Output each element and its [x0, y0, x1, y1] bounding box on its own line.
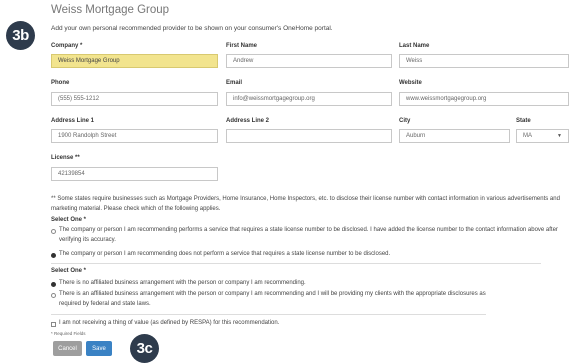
first-name-field[interactable]: Andrew [226, 54, 392, 68]
callout-badge-top: 3b [6, 21, 35, 50]
city-label: City [399, 118, 411, 124]
page-subtitle: Add your own personal recommended provid… [51, 25, 333, 32]
license-required-option: The company or person I am recommending … [59, 227, 558, 243]
license-field[interactable]: 42139854 [51, 167, 218, 181]
address-line-2-field[interactable] [226, 129, 392, 143]
no-affiliation-radio[interactable] [51, 282, 56, 287]
cancel-button[interactable]: Cancel [53, 341, 82, 356]
respa-checkbox[interactable] [51, 322, 56, 327]
address-line-2-label: Address Line 2 [226, 118, 270, 124]
last-name-field[interactable]: Weiss [399, 54, 569, 68]
chevron-down-icon: ▼ [557, 133, 562, 139]
phone-label: Phone [51, 80, 70, 86]
website-field[interactable]: www.weissmortgagegroup.org [399, 92, 569, 106]
required-fields-note: * Required Fields [51, 331, 86, 336]
license-note: ** Some states require businesses such a… [51, 196, 560, 212]
state-label: State [516, 118, 531, 124]
phone-field[interactable]: (555) 555-1212 [51, 92, 218, 106]
select-one-label-1: Select One * [51, 217, 87, 223]
company-field[interactable]: Weiss Mortgage Group [51, 54, 218, 68]
license-not-required-option: The company or person I am recommending … [59, 251, 391, 257]
affiliation-option: There is an affiliated business arrangem… [59, 291, 486, 307]
respa-checkbox-label: I am not receiving a thing of value (as … [59, 320, 280, 326]
last-name-label: Last Name [399, 43, 430, 49]
address-line-1-field[interactable]: 1900 Randolph Street [51, 129, 218, 143]
state-select[interactable]: MA ▼ [516, 129, 569, 143]
license-label: License ** [51, 155, 80, 161]
email-field[interactable]: info@weissmortgagegroup.org [226, 92, 392, 106]
license-not-required-radio[interactable] [51, 253, 56, 258]
divider [51, 314, 486, 315]
affiliation-radio[interactable] [51, 293, 56, 298]
website-label: Website [399, 80, 422, 86]
company-label: Company * [51, 43, 83, 49]
email-label: Email [226, 80, 243, 86]
save-button[interactable]: Save [86, 341, 112, 356]
page-title: Weiss Mortgage Group [51, 4, 170, 16]
divider [51, 263, 541, 264]
city-field[interactable]: Auburn [399, 129, 510, 143]
license-required-radio[interactable] [51, 229, 56, 234]
address-line-1-label: Address Line 1 [51, 118, 95, 124]
callout-badge-bottom: 3c [130, 334, 159, 363]
first-name-label: First Name [226, 43, 258, 49]
no-affiliation-option: There is no affiliated business arrangem… [59, 280, 306, 286]
select-one-label-2: Select One * [51, 268, 87, 274]
state-value: MA [523, 133, 532, 139]
